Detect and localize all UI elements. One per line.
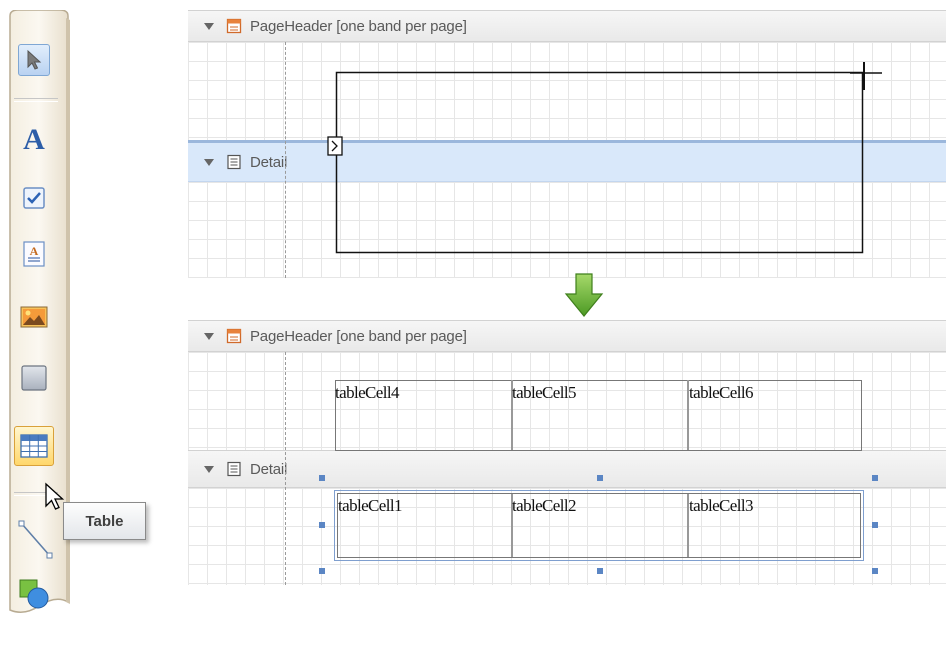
richtext-icon: A [23,241,45,267]
toolbox-table-button[interactable] [14,426,54,466]
transition-arrow-icon [564,273,604,317]
checkbox-icon [23,187,45,209]
table-icon [20,434,48,458]
selection-handle[interactable] [319,475,325,481]
toolbox-shape-button[interactable] [18,578,50,610]
header-table-grid [334,380,864,561]
shape-icon [19,579,49,609]
detail-table-cell[interactable]: tableCell2 [512,496,576,516]
selection-handle[interactable] [319,568,325,574]
header-table-cell[interactable]: tableCell6 [689,383,753,403]
toolbox-label-button[interactable]: A [18,122,50,154]
toolbox-pointer-button[interactable] [18,44,50,76]
detail-table-cell[interactable]: tableCell1 [338,496,402,516]
selection-handle[interactable] [872,522,878,528]
selection-handle[interactable] [872,475,878,481]
svg-text:A: A [30,244,39,258]
designer-before: PageHeader [one band per page] Detail [188,10,946,278]
toolbox: A A [6,10,71,622]
toolbox-richtext-button[interactable]: A [18,238,50,270]
label-a-icon: A [23,123,45,153]
detail-table-cell[interactable]: tableCell3 [689,496,753,516]
picture-icon [20,306,48,328]
toolbox-picturebox-button[interactable] [18,301,50,333]
designer-after: PageHeader [one band per page] Detail ta… [188,320,946,585]
panel-icon [21,365,47,391]
line-icon [18,520,53,559]
table-drag-rectangle [327,62,882,254]
selection-handle[interactable] [872,568,878,574]
pointer-icon [27,49,42,70]
toolbox-checkbox-button[interactable] [18,182,50,214]
toolbox-separator [14,98,58,102]
header-table-cell[interactable]: tableCell4 [335,383,399,403]
toolbox-panel-button[interactable] [18,362,50,394]
selection-handle[interactable] [597,475,603,481]
selection-handle[interactable] [319,522,325,528]
selection-handle[interactable] [597,568,603,574]
toolbox-tooltip: Table [63,502,146,540]
svg-text:A: A [23,123,45,153]
toolbox-line-button[interactable] [16,518,56,562]
header-table-cell[interactable]: tableCell5 [512,383,576,403]
